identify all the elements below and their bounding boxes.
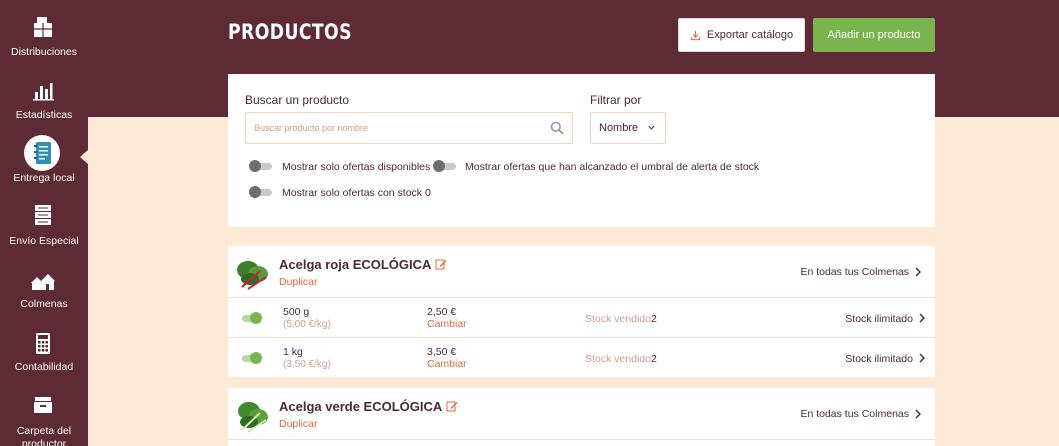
download-icon <box>690 30 701 40</box>
toggle-available-offers[interactable] <box>249 160 273 172</box>
notebook-icon <box>34 142 51 164</box>
sidebar-item-label: Contabilidad <box>14 361 74 373</box>
export-catalog-button[interactable]: Exportar catálogo <box>678 18 805 52</box>
product-name[interactable]: Acelga roja ECOLÓGICA <box>279 257 447 272</box>
product-card: Acelga roja ECOLÓGICA Duplicar En todas … <box>228 246 935 377</box>
sidebar-item-label: Colmenas <box>20 298 68 310</box>
stock-sold-value: 2 <box>651 353 657 365</box>
availability-link[interactable]: En todas tus Colmenas <box>800 408 909 420</box>
stock-link[interactable]: Stock ilimitado <box>845 353 913 365</box>
offer-toggle[interactable] <box>238 312 262 324</box>
calculator-icon <box>36 333 50 354</box>
change-price-link[interactable]: Cambiar <box>427 358 467 370</box>
sidebar-item-contabilidad[interactable]: Contabilidad <box>0 330 88 393</box>
sidebar-item-label: Estadísticas <box>15 109 73 121</box>
offer-row: 500 g (5,00 €/kg) 2,50 € Cambiar Stock v… <box>228 298 935 338</box>
offer-quantity: 500 g <box>283 306 310 318</box>
filter-select[interactable]: Nombre <box>590 112 666 144</box>
filter-label: Filtrar por <box>590 93 642 107</box>
offer-unit-price: (3,50 €/kg) <box>283 359 331 370</box>
stock-sold-label: Stock vendido <box>585 313 651 325</box>
active-pointer <box>80 149 89 165</box>
sidebar-item-colmenas[interactable]: Colmenas <box>0 265 88 328</box>
product-header: Acelga verde ECOLÓGICA Duplicar En todas… <box>228 388 935 440</box>
sidebar-item-label: Envío Especial <box>9 235 79 247</box>
product-card: Acelga verde ECOLÓGICA Duplicar En todas… <box>228 388 935 446</box>
chard-thumbnail <box>236 257 270 291</box>
chard-thumbnail <box>236 399 270 433</box>
edit-icon[interactable] <box>435 258 447 270</box>
offer-toggle[interactable] <box>238 352 262 364</box>
stock-sold-label: Stock vendido <box>585 353 651 365</box>
houses-icon <box>31 274 55 290</box>
duplicate-link[interactable]: Duplicar <box>279 418 318 430</box>
chevron-right-icon[interactable] <box>914 409 922 419</box>
availability-link[interactable]: En todas tus Colmenas <box>800 266 909 278</box>
sidebar-item-carpeta-productor[interactable]: Carpeta del productor <box>0 392 88 446</box>
offer-price: 3,50 € <box>427 346 457 358</box>
sidebar-item-label: Distribuciones <box>11 46 77 58</box>
parcel-stack-icon <box>35 205 51 225</box>
page-title: PRODUCTOS <box>228 20 352 44</box>
change-price-link[interactable]: Cambiar <box>427 318 467 330</box>
sidebar-item-envio-especial[interactable]: Envío Especial <box>0 200 88 263</box>
filter-card: Buscar un producto Filtrar por Nombre Mo… <box>228 74 935 227</box>
product-name[interactable]: Acelga verde ECOLÓGICA <box>279 399 458 414</box>
chevron-right-icon[interactable] <box>914 267 922 277</box>
filter-select-value: Nombre <box>599 122 639 134</box>
offer-quantity: 1 kg <box>283 346 303 358</box>
add-product-label: Añadir un producto <box>827 29 921 41</box>
offer-price: 2,50 € <box>427 306 457 318</box>
sidebar-item-distribuciones[interactable]: Distribuciones <box>0 12 88 75</box>
product-header: Acelga roja ECOLÓGICA Duplicar En todas … <box>228 246 935 298</box>
toggle-zero-stock-label: Mostrar solo ofertas con stock 0 <box>282 187 431 199</box>
chevron-down-icon <box>648 125 655 130</box>
folder-icon <box>34 397 52 413</box>
offer-row: 1 kg (3,50 €/kg) 3,50 € Cambiar Stock ve… <box>228 338 935 378</box>
toggle-available-offers-label: Mostrar solo ofertas disponibles <box>282 161 431 173</box>
sidebar-item-label: Entrega local <box>13 172 75 184</box>
stock-link[interactable]: Stock ilimitado <box>845 313 913 325</box>
export-catalog-label: Exportar catálogo <box>706 29 794 41</box>
toggle-stock-alert-label: Mostrar ofertas que han alcanzado el umb… <box>465 161 760 173</box>
chevron-right-icon[interactable] <box>918 353 926 363</box>
bar-chart-icon <box>33 83 54 101</box>
product-name-text: Acelga roja ECOLÓGICA <box>279 257 432 272</box>
product-name-text: Acelga verde ECOLÓGICA <box>279 399 443 414</box>
sidebar-item-entrega-local[interactable]: Entrega local <box>0 136 88 199</box>
duplicate-link[interactable]: Duplicar <box>279 276 318 288</box>
sidebar: Distribuciones Estadísticas Entrega loca… <box>0 0 89 446</box>
toggle-stock-alert[interactable] <box>433 160 457 172</box>
search-icon[interactable] <box>550 121 564 135</box>
add-product-button[interactable]: Añadir un producto <box>813 18 935 52</box>
search-input[interactable] <box>246 113 546 143</box>
search-label: Buscar un producto <box>245 93 350 107</box>
offer-unit-price: (5,00 €/kg) <box>283 319 331 330</box>
edit-icon[interactable] <box>446 400 458 412</box>
toggle-zero-stock[interactable] <box>249 186 273 198</box>
box-stack-icon <box>34 17 52 37</box>
search-box <box>245 112 573 144</box>
sidebar-item-label: Carpeta del productor <box>16 425 72 446</box>
chevron-right-icon[interactable] <box>918 313 926 323</box>
stock-sold-value: 2 <box>651 313 657 325</box>
sidebar-item-estadisticas[interactable]: Estadísticas <box>0 76 88 139</box>
